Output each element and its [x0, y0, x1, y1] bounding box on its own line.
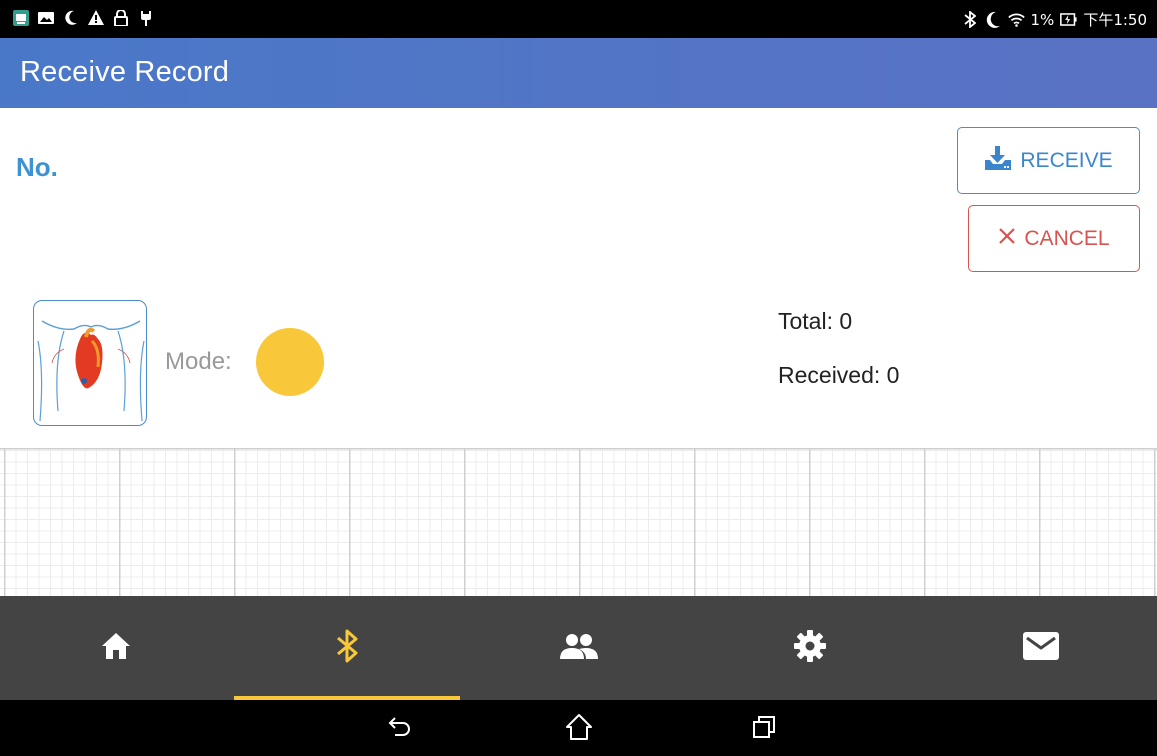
mode-indicator	[256, 328, 324, 396]
status-left-icons	[12, 9, 154, 26]
moon-icon	[62, 9, 79, 26]
recents-icon	[751, 714, 777, 745]
ecg-grid	[0, 448, 1157, 596]
system-home-button[interactable]	[563, 713, 595, 745]
receive-button[interactable]: RECEIVE	[957, 127, 1140, 194]
bluetooth-icon	[336, 629, 358, 668]
status-right-icons: 1% 下午1:50	[962, 9, 1147, 30]
wifi-icon	[1007, 11, 1025, 28]
receive-label: RECEIVE	[1020, 148, 1113, 172]
lock-icon	[112, 9, 129, 26]
status-bar: 1% 下午1:50	[0, 0, 1157, 38]
nav-item-mail[interactable]	[926, 596, 1157, 700]
moon-icon	[985, 11, 1002, 28]
app-notification-icon	[12, 9, 29, 26]
bluetooth-icon	[962, 11, 979, 28]
image-icon	[37, 9, 54, 26]
nav-item-bluetooth[interactable]	[231, 596, 462, 700]
gear-icon	[793, 629, 827, 668]
nav-item-home[interactable]	[0, 596, 231, 700]
usb-icon	[137, 9, 154, 26]
page-title: Receive Record	[20, 56, 230, 88]
mode-label: Mode:	[165, 348, 232, 375]
close-icon	[998, 227, 1016, 251]
bottom-nav	[0, 596, 1157, 700]
nav-item-settings[interactable]	[694, 596, 925, 700]
app-bar: Receive Record	[0, 38, 1157, 108]
total-count: Total: 0	[778, 308, 853, 334]
nav-item-people[interactable]	[463, 596, 694, 700]
warning-icon	[87, 9, 104, 26]
battery-charging-icon	[1060, 11, 1077, 28]
download-icon	[984, 145, 1012, 177]
system-recents-button[interactable]	[748, 713, 780, 745]
home-icon	[101, 632, 131, 665]
cancel-button[interactable]: CANCEL	[968, 205, 1140, 272]
battery-percent: 1%	[1030, 10, 1055, 29]
mail-icon	[1022, 631, 1060, 666]
received-count: Received: 0	[778, 362, 900, 388]
system-back-button[interactable]	[384, 713, 416, 745]
heart-chest-image	[33, 300, 147, 426]
home-outline-icon	[565, 713, 593, 746]
back-icon	[387, 714, 413, 745]
cancel-label: CANCEL	[1024, 226, 1110, 250]
people-icon	[559, 633, 599, 664]
record-number-label: No.	[16, 152, 58, 182]
status-time: 下午1:50	[1083, 11, 1147, 29]
system-nav-bar	[0, 700, 1157, 756]
